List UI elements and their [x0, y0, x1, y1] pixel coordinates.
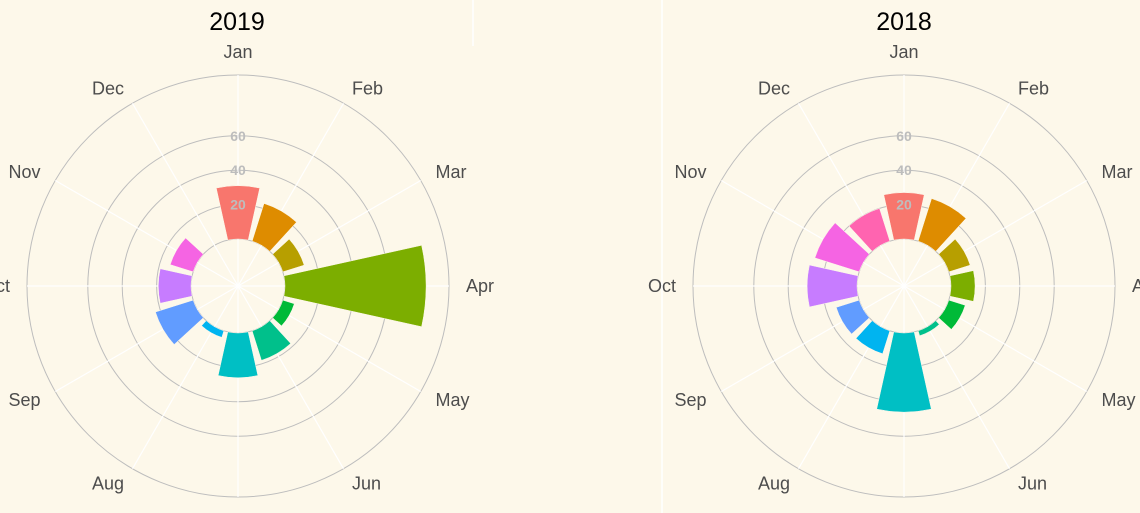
bar-jul [217, 331, 259, 378]
month-label-jun: Jun [1018, 473, 1047, 493]
month-label-mar: Mar [435, 162, 466, 182]
month-label-jan: Jan [223, 42, 252, 62]
month-label-oct: Oct [0, 276, 10, 296]
polar-panel-2019: 2019204060JanFebMarAprMayJunJulAugSepOct… [0, 8, 494, 513]
month-label-may: May [435, 390, 469, 410]
month-label-apr: Apr [1132, 276, 1140, 296]
month-label-sep: Sep [675, 390, 707, 410]
month-label-jun: Jun [352, 473, 381, 493]
month-label-nov: Nov [9, 162, 41, 182]
month-label-aug: Aug [758, 473, 790, 493]
month-label-apr: Apr [466, 276, 494, 296]
tick-label: 20 [896, 197, 912, 213]
panel-title: 2019 [209, 8, 265, 36]
figure: 2019204060JanFebMarAprMayJunJulAugSepOct… [0, 0, 1140, 513]
month-label-oct: Oct [648, 276, 676, 296]
bar-apr [949, 270, 976, 302]
tick-label: 60 [896, 128, 912, 144]
tick-label: 40 [896, 162, 912, 178]
month-label-jan: Jan [889, 42, 918, 62]
bar-oct [806, 264, 859, 308]
panel-title: 2018 [876, 8, 932, 36]
bar-jan [215, 185, 261, 241]
polar-charts: 2019204060JanFebMarAprMayJunJulAugSepOct… [0, 0, 1140, 513]
tick-label: 20 [230, 197, 246, 213]
month-label-sep: Sep [9, 390, 41, 410]
month-label-feb: Feb [352, 79, 383, 99]
month-label-mar: Mar [1101, 162, 1132, 182]
tick-label: 60 [230, 128, 246, 144]
polar-panel-2018: 2018204060JanFebMarAprMayJunJulAugSepOct… [648, 8, 1140, 513]
month-label-may: May [1101, 390, 1135, 410]
bar-apr [283, 245, 427, 327]
bar-oct [158, 268, 193, 304]
month-label-dec: Dec [92, 79, 124, 99]
month-label-aug: Aug [92, 473, 124, 493]
month-label-nov: Nov [675, 162, 707, 182]
month-label-dec: Dec [758, 79, 790, 99]
tick-label: 40 [230, 162, 246, 178]
month-label-feb: Feb [1018, 79, 1049, 99]
